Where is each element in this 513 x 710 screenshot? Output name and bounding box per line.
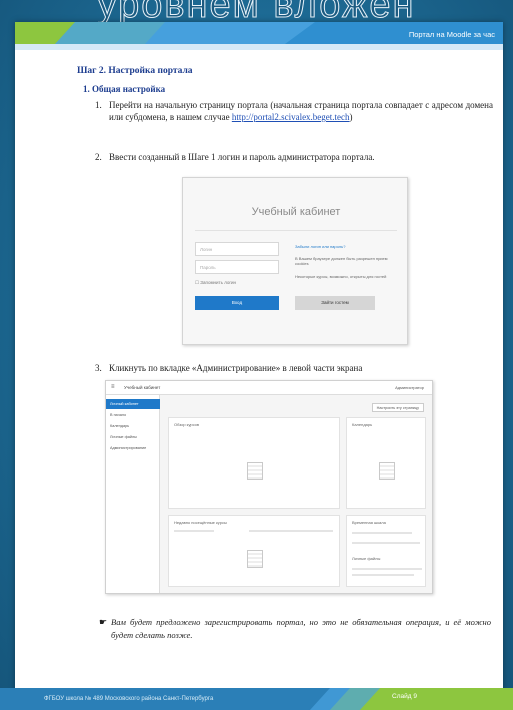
placeholder-line <box>352 542 420 544</box>
admin-topbar: ≡ Учебный кабинет Администратор <box>106 381 432 395</box>
list-item-number: 2. <box>95 152 102 162</box>
list-item-number: 3. <box>95 363 102 373</box>
admin-screenshot: ≡ Учебный кабинет Администратор Личный к… <box>105 380 433 594</box>
footer: ФГБОУ школа № 489 Московского района Сан… <box>0 688 513 710</box>
admin-sidebar: Личный кабинет В начало Календарь Личные… <box>106 395 160 593</box>
admin-brand[interactable]: Учебный кабинет <box>124 385 160 390</box>
sidebar-item-calendar[interactable]: Календарь <box>106 421 160 431</box>
empty-placeholder-icon <box>379 462 395 480</box>
placeholder-line <box>352 532 412 534</box>
panel-recent-courses: Недавно посещённые курсы <box>168 515 340 587</box>
guest-note: Некоторые курсы, возможно, открыты для г… <box>295 274 387 279</box>
remember-label: Запомнить логин <box>200 280 237 285</box>
note: ☛ Вам будет предложено зарегистрировать … <box>99 616 491 642</box>
pointing-hand-icon: ☛ <box>99 617 108 627</box>
divider <box>195 230 397 231</box>
login-screenshot: Учебный кабинет Логин Пароль ☐ Запомнить… <box>182 177 408 345</box>
cookies-note: В Вашем браузере должен быть разрешен пр… <box>295 256 388 266</box>
placeholder-line <box>249 530 333 532</box>
header-title: Портал на Moodle за час <box>408 30 495 39</box>
subsection-heading: 1. Общая настройка <box>83 84 166 94</box>
step-heading: Шаг 2. Настройка портала <box>77 66 193 76</box>
footer-school: ФГБОУ школа № 489 Московского района Сан… <box>44 696 214 702</box>
sidebar-item-dashboard[interactable]: Личный кабинет <box>106 399 160 409</box>
document-page: Портал на Moodle за час Шаг 2. Настройка… <box>15 22 503 694</box>
list-item-number: 1. <box>95 100 102 110</box>
user-menu[interactable]: Администратор <box>395 385 424 390</box>
remember-checkbox[interactable]: ☐ Запомнить логин <box>195 280 236 286</box>
list-item-text-after: ) <box>349 112 353 122</box>
panel-title: Обзор курсов <box>174 422 200 427</box>
sidebar-item-home[interactable]: В начало <box>106 410 160 420</box>
panel-title: Временная шкала <box>352 520 386 525</box>
panel-timeline: Временная шкала Личные файлы <box>346 515 426 587</box>
portal-link[interactable]: http://portal2.scivalex.beget.tech <box>232 112 350 122</box>
panel-title: Личные файлы <box>352 556 381 561</box>
note-text: Вам будет предложено зарегистрировать по… <box>111 617 491 640</box>
panel-course-overview: Обзор курсов <box>168 417 340 509</box>
list-item-text: Кликнуть по вкладке «Администрирование» … <box>109 363 363 373</box>
panel-title: Недавно посещённые курсы <box>174 520 227 525</box>
panel-title: Календарь <box>352 422 373 427</box>
panel-calendar: Календарь <box>346 417 426 509</box>
login-button[interactable]: Вход <box>195 296 279 310</box>
empty-placeholder-icon <box>247 550 263 568</box>
list-item-text: Перейти на начальную страницу портала (н… <box>109 99 493 123</box>
sidebar-item-administration[interactable]: Администрирование <box>106 443 160 453</box>
footer-slide-number: Слайд 9 <box>392 693 417 700</box>
placeholder-line <box>352 568 422 570</box>
customize-page-button[interactable]: Настроить эту страницу <box>371 403 424 412</box>
placeholder-line <box>352 574 414 576</box>
username-field[interactable]: Логин <box>195 242 279 256</box>
header-band: Портал на Moodle за час <box>15 22 503 50</box>
guest-login-button[interactable]: Зайти гостем <box>295 296 375 310</box>
sidebar-item-files[interactable]: Личные файлы <box>106 432 160 442</box>
login-title: Учебный кабинет <box>251 206 341 218</box>
placeholder-line <box>174 530 214 532</box>
menu-icon[interactable]: ≡ <box>111 384 115 390</box>
list-item-text: Ввести созданный в Шаге 1 логин и пароль… <box>109 152 375 162</box>
password-field[interactable]: Пароль <box>195 260 279 274</box>
empty-placeholder-icon <box>247 462 263 480</box>
forgot-password-link[interactable]: Забыли логин или пароль? <box>295 244 395 249</box>
